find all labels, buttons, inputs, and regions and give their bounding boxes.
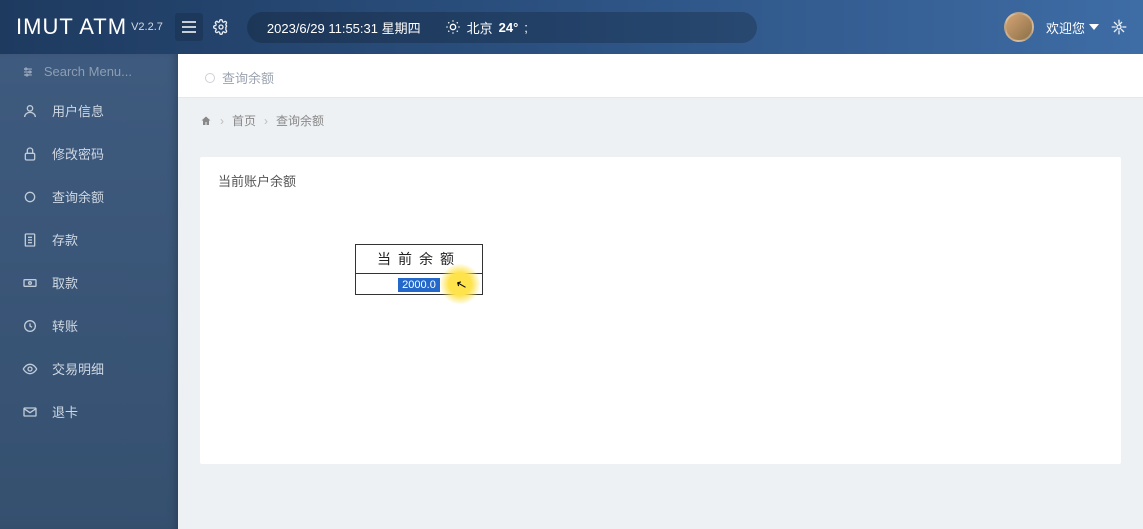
breadcrumb-sep: ›: [220, 114, 224, 128]
sidebar-item-logout[interactable]: 退卡: [0, 390, 178, 433]
app-header: IMUT ATM V2.2.7 2023/6/29 11:55:31 星期四 北…: [0, 0, 1143, 54]
gear-icon: [213, 19, 229, 35]
weather-city: 北京: [467, 18, 493, 37]
sidebar-item-label: 转账: [52, 316, 78, 335]
balance-label: 当前余额: [356, 245, 482, 274]
app-version: V2.2.7: [131, 21, 163, 33]
document-icon: [22, 232, 38, 248]
card-body: 当前余额 2000.0 ↖: [200, 204, 1121, 464]
datetime-text: 2023/6/29 11:55:31 星期四: [267, 18, 421, 37]
balance-value[interactable]: 2000.0: [398, 278, 440, 292]
welcome-dropdown[interactable]: 欢迎您: [1046, 18, 1099, 37]
adjust-icon: [22, 65, 34, 79]
breadcrumb-sep: ›: [264, 114, 268, 128]
mail-icon: [22, 404, 38, 420]
sidebar-item-label: 查询余额: [52, 187, 104, 206]
sidebar-item-userinfo[interactable]: 用户信息: [0, 89, 178, 132]
menu-toggle-button[interactable]: [175, 13, 203, 41]
card-header: 当前账户余额: [200, 157, 1121, 204]
sidebar-item-label: 用户信息: [52, 101, 104, 120]
sidebar-item-label: 取款: [52, 273, 78, 292]
balance-card: 当前账户余额 当前余额 2000.0 ↖: [200, 157, 1121, 464]
eye-icon: [22, 361, 38, 377]
chevron-down-icon: [1089, 24, 1099, 30]
breadcrumb-home[interactable]: 首页: [232, 112, 256, 129]
sidebar-search[interactable]: [0, 54, 178, 89]
circle-icon: [22, 189, 38, 205]
home-icon[interactable]: [200, 115, 212, 127]
weather-display: 北京 24° ;: [445, 18, 528, 37]
weather-extra: ;: [524, 20, 528, 35]
sidebar-item-withdraw[interactable]: 取款: [0, 261, 178, 304]
breadcrumb: › 首页 › 查询余额: [178, 98, 1143, 143]
sidebar-item-label: 交易明细: [52, 359, 104, 378]
circle-icon: [204, 72, 216, 84]
header-right: 欢迎您: [1004, 12, 1127, 42]
sidebar-item-label: 存款: [52, 230, 78, 249]
settings-button[interactable]: [213, 19, 229, 35]
weather-icon: [445, 19, 461, 35]
breadcrumb-current: 查询余额: [276, 112, 324, 129]
info-bar: 2023/6/29 11:55:31 星期四 北京 24° ;: [247, 12, 757, 43]
tab-balance[interactable]: 查询余额: [188, 58, 290, 97]
cash-icon: [22, 275, 38, 291]
tab-bar: 查询余额: [178, 54, 1143, 98]
balance-box: 当前余额 2000.0: [355, 244, 483, 295]
sidebar-item-transfer[interactable]: 转账: [0, 304, 178, 347]
app-title: IMUT ATM: [16, 14, 127, 40]
avatar[interactable]: [1004, 12, 1034, 42]
user-icon: [22, 103, 38, 119]
sidebar-item-balance[interactable]: 查询余额: [0, 175, 178, 218]
clock-icon: [22, 318, 38, 334]
welcome-text: 欢迎您: [1046, 18, 1085, 37]
search-input[interactable]: [44, 64, 164, 79]
sidebar-item-label: 修改密码: [52, 144, 104, 163]
sidebar-item-label: 退卡: [52, 402, 78, 421]
weather-temp: 24°: [499, 20, 519, 35]
sidebar: 用户信息 修改密码 查询余额 存款 取款 转账 交易明细 退卡: [0, 54, 178, 529]
settings-right-button[interactable]: [1111, 19, 1127, 35]
bars-icon: [182, 21, 196, 33]
main-content: 查询余额 › 首页 › 查询余额 当前账户余额 当前余额 2000.0 ↖: [178, 54, 1143, 529]
sidebar-item-deposit[interactable]: 存款: [0, 218, 178, 261]
sidebar-item-transactions[interactable]: 交易明细: [0, 347, 178, 390]
tab-label: 查询余额: [222, 68, 274, 87]
gear-icon: [1111, 19, 1127, 35]
lock-icon: [22, 146, 38, 162]
sidebar-item-changepwd[interactable]: 修改密码: [0, 132, 178, 175]
